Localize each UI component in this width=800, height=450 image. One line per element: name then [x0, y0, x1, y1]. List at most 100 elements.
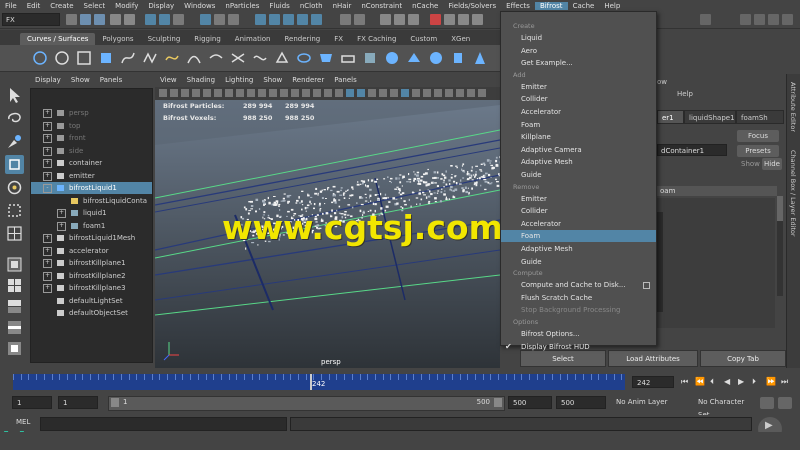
focus-button[interactable]: Focus [737, 130, 779, 142]
bifrost-remove-adaptive-mesh[interactable]: Adaptive Mesh [501, 243, 656, 255]
playback-start-field[interactable]: 1 [58, 396, 98, 409]
character-set-dropdown[interactable]: No Character Set [694, 396, 758, 419]
expand-icon[interactable]: + [43, 234, 52, 243]
workspace-icon[interactable] [700, 14, 711, 25]
layout-split-icon[interactable] [5, 297, 24, 316]
bifrost-compute-flush-scratch-cache[interactable]: Flush Scratch Cache [501, 292, 656, 304]
undo-icon[interactable] [110, 14, 121, 25]
attr-tab-liquidshape[interactable]: liquidShape1 [684, 110, 736, 124]
timeline-bar[interactable]: 242 [13, 374, 625, 390]
menu-nconstraint[interactable]: nConstraint [356, 2, 407, 10]
menu-help[interactable]: Help [599, 2, 625, 10]
outliner-row[interactable]: - bifrostLiquid1 [31, 182, 152, 194]
outliner-row[interactable]: + bifrostKillplane1 [31, 257, 152, 269]
bifrost-add-adaptive-mesh[interactable]: Adaptive Mesh [501, 156, 656, 168]
menu-fields-solvers[interactable]: Fields/Solvers [443, 2, 501, 10]
outliner-menu-show[interactable]: Show [66, 76, 95, 87]
attr-menu-show[interactable]: ow [657, 78, 667, 86]
node-name-field[interactable]: dContainer1 [657, 144, 727, 156]
render-settings-icon[interactable] [408, 14, 419, 25]
panel-layout-icon[interactable] [768, 14, 779, 25]
render-icon[interactable] [380, 14, 391, 25]
layout-outliner-icon[interactable] [5, 318, 24, 337]
menu-modify[interactable]: Modify [110, 2, 143, 10]
nurbs-cube-icon[interactable] [98, 50, 114, 66]
menu-edit[interactable]: Edit [22, 2, 46, 10]
expand-icon[interactable]: + [43, 246, 52, 256]
go-to-end-icon[interactable]: ⏭ [781, 377, 788, 387]
bifrost-add-accelerator[interactable]: Accelerator [501, 106, 656, 118]
bifrost-compute-compute-and-cache-to-disk[interactable]: Compute and Cache to Disk... [501, 279, 656, 291]
select-object-icon[interactable] [159, 14, 170, 25]
expand-icon[interactable]: + [43, 159, 52, 168]
panel-layout-icon[interactable] [740, 14, 751, 25]
expand-icon[interactable]: + [43, 134, 52, 143]
expand-icon[interactable]: + [43, 259, 52, 268]
layout-quad-icon[interactable] [5, 255, 24, 274]
menu-cache[interactable]: Cache [568, 2, 600, 10]
bifrost-remove-collider[interactable]: Collider [501, 205, 656, 217]
open-icon[interactable] [80, 14, 91, 25]
loft-icon[interactable] [318, 50, 334, 66]
viewport-persp[interactable]: Bifrost Particles: 289 994 289 994 Bifro… [155, 100, 500, 368]
prefs-icon[interactable] [778, 397, 792, 409]
attach-curve-icon[interactable] [230, 50, 246, 66]
bifrost-compute-stop-background-processing[interactable]: Stop Background Processing [501, 304, 656, 316]
outliner-row[interactable]: + bifrostKillplane2 [31, 270, 152, 282]
layout-grid-icon[interactable] [5, 276, 24, 295]
bifrost-create-get-example[interactable]: Get Example... [501, 57, 656, 69]
snap-grid-icon[interactable] [255, 14, 266, 25]
presets-button[interactable]: Presets [737, 145, 779, 157]
collapse-icon[interactable]: - [43, 184, 52, 193]
viewport-menu-panels[interactable]: Panels [329, 76, 362, 87]
shelf-tab-rigging[interactable]: Rigging [187, 33, 228, 45]
outliner-row[interactable]: + top [31, 120, 152, 132]
history-icon[interactable] [354, 14, 365, 25]
attr-section-foam[interactable]: oam [657, 186, 777, 196]
copy-tab-button[interactable]: Copy Tab [700, 350, 786, 367]
shelf-tab-xgen[interactable]: XGen [444, 33, 477, 45]
select-hierarchy-icon[interactable] [145, 14, 156, 25]
rebuild-curve-icon[interactable] [274, 50, 290, 66]
select-component-icon[interactable] [173, 14, 184, 25]
attr-scrollbar[interactable] [777, 196, 783, 296]
shelf-tab-polygons[interactable]: Polygons [95, 33, 140, 45]
viewport-menu-view[interactable]: View [155, 76, 182, 87]
nurbs-circle-icon[interactable] [54, 50, 70, 66]
menu-nhair[interactable]: nHair [328, 2, 357, 10]
mask-icon[interactable] [228, 14, 239, 25]
shelf-tab-fx-caching[interactable]: FX Caching [350, 33, 403, 45]
expand-icon[interactable]: + [57, 209, 66, 218]
extrude-icon[interactable] [362, 50, 378, 66]
step-forward-icon[interactable]: ⏩ [766, 377, 776, 386]
animation-start-field[interactable]: 1 [12, 396, 52, 409]
shelf-tab-sculpting[interactable]: Sculpting [141, 33, 188, 45]
shelf-tab-curves-surfaces[interactable]: Curves / Surfaces [20, 33, 96, 45]
bifrost-add-foam[interactable]: Foam [501, 119, 656, 131]
step-forward-key-icon[interactable]: ⏵ [752, 377, 756, 387]
planar-icon[interactable] [340, 50, 356, 66]
select-tool-icon[interactable] [5, 86, 24, 105]
bifrost-add-killplane[interactable]: Killplane [501, 131, 656, 143]
go-to-start-icon[interactable]: ⏮ [681, 377, 688, 387]
input-icon[interactable] [430, 14, 441, 25]
pencil-curve-icon[interactable] [164, 50, 180, 66]
outliner-row[interactable]: + container [31, 157, 152, 169]
shelf-tab-custom[interactable]: Custom [403, 33, 444, 45]
scale-tool-icon[interactable] [5, 201, 24, 220]
lasso-tool-icon[interactable] [5, 109, 24, 128]
attribute-editor-tab[interactable]: Attribute Editor [789, 82, 797, 132]
bevel-icon[interactable] [384, 50, 400, 66]
folder-icon[interactable] [66, 14, 77, 25]
play-back-icon[interactable]: ◀ [724, 377, 730, 386]
anim-layer-dropdown[interactable]: No Anim Layer [612, 396, 686, 409]
bifrost-options-display-bifrost-hud[interactable]: Display Bifrost HUD ✔ [501, 341, 656, 353]
cmd-language-label[interactable]: MEL [16, 418, 30, 426]
mask-icon[interactable] [214, 14, 225, 25]
attr-tab-container[interactable]: er1 [657, 110, 684, 124]
bifrost-create-liquid[interactable]: Liquid [501, 32, 656, 44]
cv-curve-icon[interactable] [120, 50, 136, 66]
outliner-row[interactable]: + front [31, 132, 152, 144]
input-icon[interactable] [472, 14, 483, 25]
sphere-surface-icon[interactable] [428, 50, 444, 66]
